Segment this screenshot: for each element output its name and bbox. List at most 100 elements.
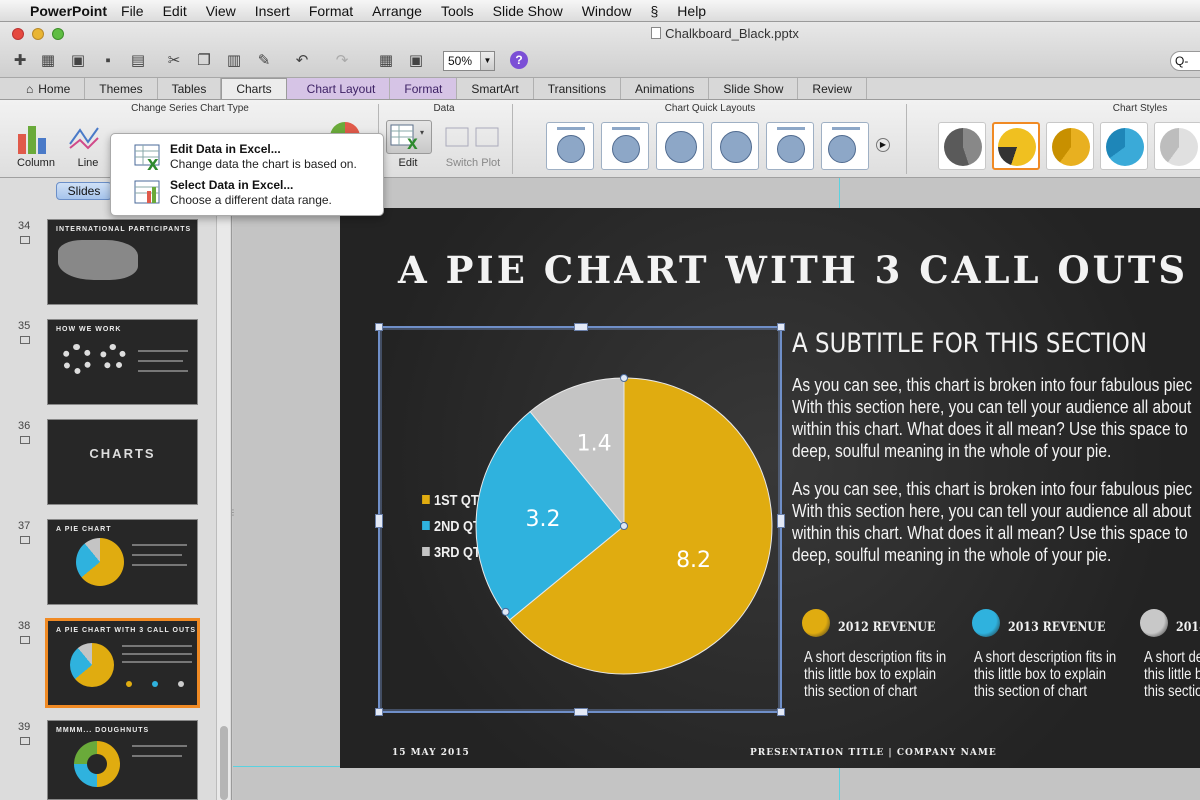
search-input[interactable]: Q- (1170, 51, 1200, 71)
footer-presentation-title[interactable]: PRESENTATION TITLE | COMPANY NAME (750, 748, 997, 758)
select-data-subtitle: Choose a different data range. (170, 193, 332, 207)
desc-line: this section of chart (804, 683, 918, 700)
slide-thumbnail-36[interactable]: CHARTS (47, 419, 198, 505)
home-icon: ⌂ (26, 81, 34, 96)
slide-thumbnail-37[interactable]: A PIE CHART (47, 519, 198, 605)
thumbnail-dot (152, 681, 158, 687)
help-button[interactable]: ? (510, 51, 528, 69)
menu-slide-show[interactable]: Slide Show (493, 3, 563, 19)
revenue-2014-ball (1140, 609, 1168, 637)
pie-data-label-2[interactable]: 3.2 (525, 507, 560, 532)
quick-layout-3[interactable] (656, 122, 704, 170)
body-paragraph-1[interactable]: As you can see, this chart is broken int… (792, 374, 1200, 462)
edit-data-button[interactable]: X ▾ (386, 120, 432, 154)
copy-icon[interactable]: ❐ (192, 49, 216, 71)
tab-chart-layout[interactable]: Chart Layout (286, 78, 391, 99)
layout-pie (828, 135, 856, 163)
revenue-2012-desc[interactable]: A short description fits in this little … (804, 649, 946, 700)
cut-icon[interactable]: ✂ (162, 49, 186, 71)
open-icon[interactable]: ▣ (66, 49, 90, 71)
footer-date[interactable]: 15 MAY 2015 (392, 748, 470, 758)
menu-insert[interactable]: Insert (255, 3, 290, 19)
tab-format[interactable]: Format (390, 78, 458, 99)
chart-frame[interactable]: 1ST QTR 2ND QTR 3RD QTR 8.2 3.2 1.4 (375, 323, 785, 716)
menu-tools[interactable]: Tools (441, 3, 474, 19)
revenue-2014-desc[interactable]: A short de this little b this sectio (1144, 649, 1200, 700)
tab-themes[interactable]: Themes (85, 78, 158, 99)
tab-tables[interactable]: Tables (158, 78, 222, 99)
pie-chart[interactable]: 8.2 3.2 1.4 (380, 328, 780, 711)
quick-layout-1[interactable] (546, 122, 594, 170)
quick-layout-4[interactable] (711, 122, 759, 170)
gallery-icon[interactable]: ▦ (374, 49, 398, 71)
paragraph-line: With this section here, you can tell you… (792, 397, 1192, 417)
desc-line: this section of chart (974, 683, 1088, 700)
quick-layout-5[interactable] (766, 122, 814, 170)
slice-selection-handle[interactable] (620, 522, 628, 530)
chart-style-4[interactable] (1100, 122, 1148, 170)
scrollbar-knob[interactable] (220, 726, 228, 800)
body-paragraph-2[interactable]: As you can see, this chart is broken int… (792, 478, 1200, 566)
tab-review[interactable]: Review (798, 78, 867, 99)
tab-smartart[interactable]: SmartArt (457, 78, 534, 99)
media-browser-icon[interactable]: ▣ (404, 49, 428, 71)
slice-selection-handle[interactable] (620, 374, 628, 382)
switch-plot-button[interactable] (444, 124, 504, 152)
slide-subtitle[interactable]: A SUBTITLE FOR THIS SECTION (792, 328, 1147, 359)
panel-resize-handle[interactable]: ⋮ (229, 508, 237, 538)
quick-layout-6[interactable] (821, 122, 869, 170)
svg-text:X: X (147, 156, 159, 171)
redo-icon[interactable]: ↷ (330, 49, 354, 71)
slides-tab[interactable]: Slides (56, 182, 112, 200)
paste-icon[interactable]: ▥ (222, 49, 246, 71)
menu-arrange[interactable]: Arrange (372, 3, 422, 19)
chart-style-2[interactable] (992, 122, 1040, 170)
zoom-select[interactable]: 50% ▼ (443, 51, 495, 71)
undo-icon[interactable]: ↶ (290, 49, 314, 71)
format-painter-icon[interactable]: ✎ (252, 49, 276, 71)
chart-style-5[interactable] (1154, 122, 1200, 170)
script-icon[interactable]: § (651, 3, 659, 19)
templates-icon[interactable]: ▦ (36, 49, 60, 71)
chart-style-3[interactable] (1046, 122, 1094, 170)
svg-text:▾: ▾ (420, 128, 424, 137)
revenue-2013-desc[interactable]: A short description fits in this little … (974, 649, 1116, 700)
gallery-next-button[interactable]: ▶ (876, 138, 890, 152)
paragraph-line: With this section here, you can tell you… (792, 501, 1192, 521)
pie-data-label-3[interactable]: 1.4 (577, 431, 612, 456)
menu-window[interactable]: Window (582, 3, 632, 19)
menu-file[interactable]: File (121, 3, 144, 19)
paragraph-line: deep, soulful meaning in the whole of yo… (792, 545, 1112, 565)
menu-help[interactable]: Help (677, 3, 706, 19)
slide-thumbnail-39[interactable]: MMMM... DOUGHNUTS (47, 720, 198, 800)
quick-layout-2[interactable] (601, 122, 649, 170)
slides-scrollbar[interactable] (216, 178, 230, 800)
print-icon[interactable]: ▤ (126, 49, 150, 71)
pie-data-label-1[interactable]: 8.2 (676, 548, 711, 573)
text-line (138, 370, 188, 372)
revenue-2014-title[interactable]: 2014 (1176, 620, 1200, 635)
menu-app-name[interactable]: PowerPoint (30, 3, 107, 19)
menu-edit[interactable]: Edit (163, 3, 187, 19)
tab-home[interactable]: ⌂ Home (12, 78, 86, 99)
slide-thumbnail-35[interactable]: HOW WE WORK (47, 319, 198, 405)
thumbnail-pie (76, 538, 124, 586)
tab-transitions[interactable]: Transitions (534, 78, 621, 99)
tab-slide-show[interactable]: Slide Show (709, 78, 799, 99)
desc-line: this little b (1144, 666, 1200, 683)
menu-format[interactable]: Format (309, 3, 353, 19)
slide-title[interactable]: A PIE CHART WITH 3 CALL OUTS (398, 248, 1188, 292)
tab-charts[interactable]: Charts (221, 78, 287, 99)
revenue-2013-title[interactable]: 2013 REVENUE (1008, 620, 1105, 635)
slice-selection-handle[interactable] (501, 607, 510, 616)
menu-view[interactable]: View (206, 3, 236, 19)
save-icon[interactable]: ▪ (96, 49, 120, 71)
revenue-2012-title[interactable]: 2012 REVENUE (838, 620, 935, 635)
slide-thumbnail-34[interactable]: INTERNATIONAL PARTICIPANTS (47, 219, 198, 305)
tab-animations[interactable]: Animations (621, 78, 710, 99)
new-icon[interactable]: ✚ (8, 49, 32, 71)
slide-canvas[interactable]: A PIE CHART WITH 3 CALL OUTS A SUBTITLE … (340, 208, 1200, 768)
chart-style-1[interactable] (938, 122, 986, 170)
slide-thumbnail-38[interactable]: A PIE CHART WITH 3 CALL OUTS (45, 618, 200, 708)
chevron-down-icon[interactable]: ▼ (480, 52, 494, 70)
